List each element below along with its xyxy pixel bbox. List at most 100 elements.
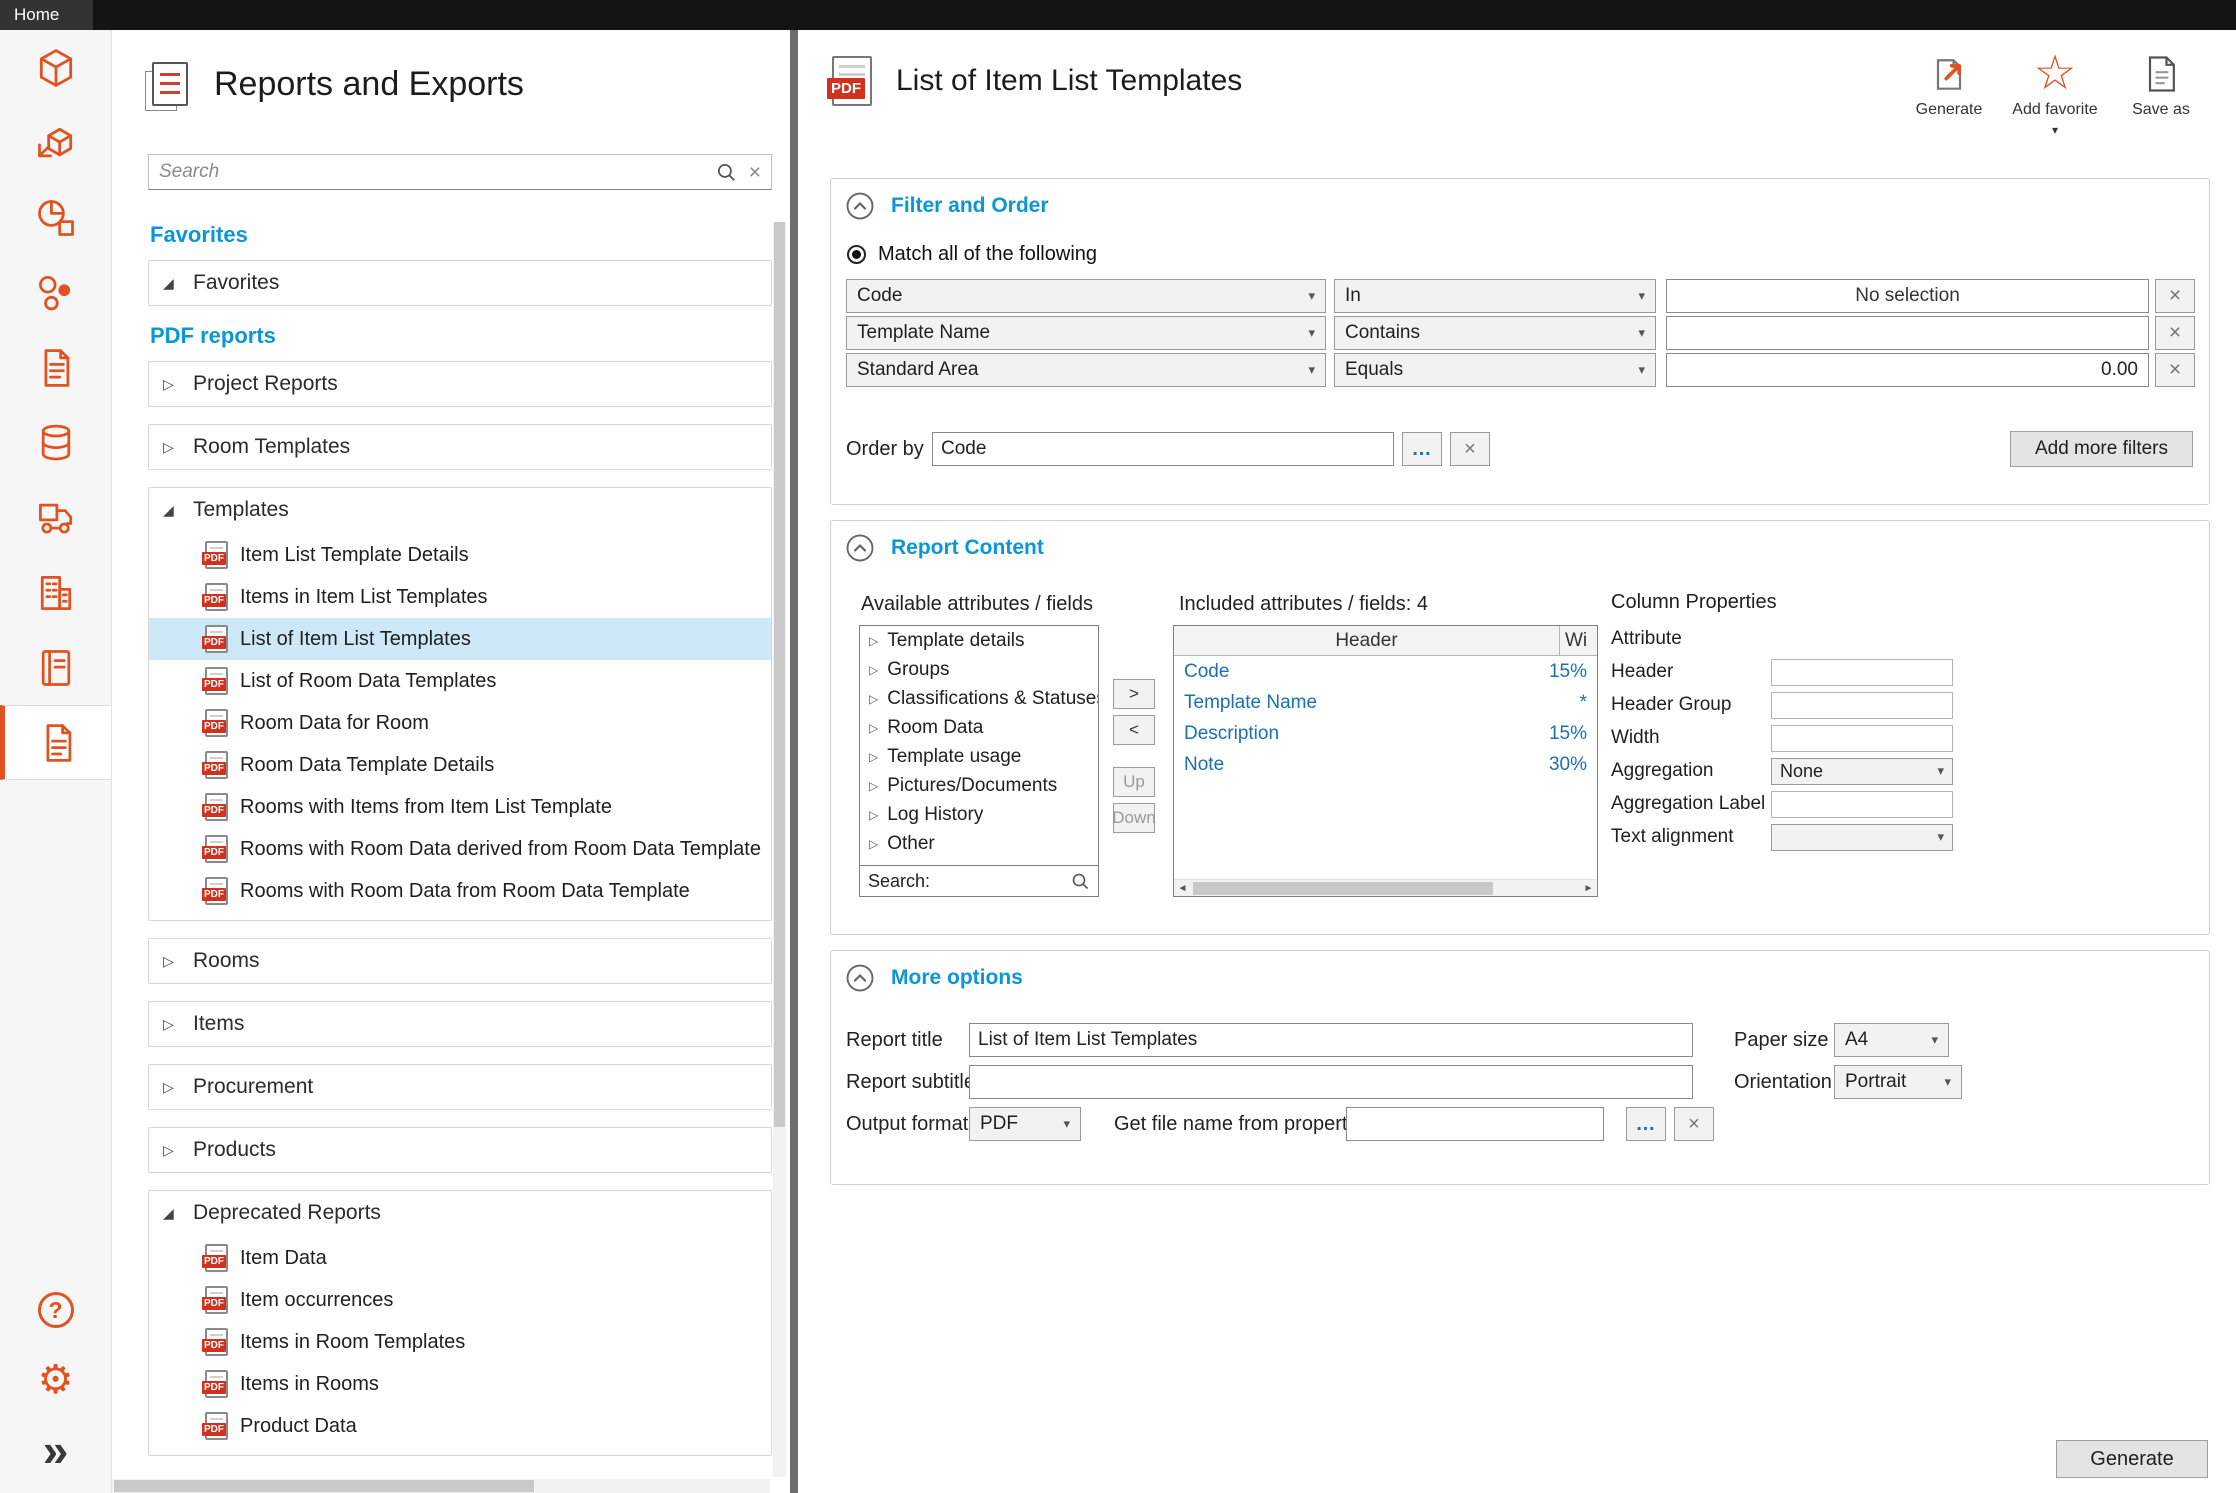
filename-clear-button[interactable]: × [1674, 1107, 1714, 1141]
remove-filter-button[interactable]: × [2155, 279, 2195, 313]
tree-group-header[interactable]: ▷ Room Templates [149, 425, 771, 469]
attribute-group-item[interactable]: ▷Other [860, 829, 1098, 858]
scrollbar-thumb[interactable] [1193, 882, 1493, 895]
search-input[interactable] [159, 161, 703, 183]
attribute-group-item[interactable]: ▷Groups [860, 655, 1098, 684]
rail-item-help[interactable]: ? [0, 1275, 111, 1345]
vertical-scrollbar[interactable] [773, 222, 786, 1477]
rail-item-documents[interactable] [0, 330, 111, 405]
filter-operator-select[interactable]: Contains▾ [1334, 316, 1656, 350]
rail-item-rooms[interactable] [0, 180, 111, 255]
rail-item-projects[interactable] [0, 30, 111, 105]
attribute-group-item[interactable]: ▷Log History [860, 800, 1098, 829]
header-input[interactable] [1771, 659, 1953, 686]
report-item[interactable]: PDF Items in Rooms [149, 1363, 771, 1405]
tree-group-header[interactable]: ◢ Deprecated Reports [149, 1191, 771, 1235]
report-item[interactable]: PDF Product Data [149, 1405, 771, 1447]
move-down-button[interactable]: Down [1113, 803, 1155, 833]
scroll-right-icon[interactable]: ► [1580, 883, 1597, 894]
attribute-group-item[interactable]: ▷Template details [860, 626, 1098, 655]
rail-item-settings[interactable]: ⚙ [0, 1345, 111, 1415]
rail-item-logistics[interactable] [0, 480, 111, 555]
add-attribute-button[interactable]: > [1113, 679, 1155, 709]
report-item[interactable]: PDF Item Data [149, 1237, 771, 1279]
tree-group-header[interactable]: ▷ Project Reports [149, 362, 771, 406]
match-all-radio[interactable] [847, 245, 866, 264]
tab-home[interactable]: Home [0, 0, 93, 30]
filter-operator-select[interactable]: In▾ [1334, 279, 1656, 313]
filter-field-select[interactable]: Code▾ [846, 279, 1326, 313]
panel-divider[interactable] [790, 30, 798, 1493]
attribute-group-item[interactable]: ▷Pictures/Documents [860, 771, 1098, 800]
filter-value-field[interactable] [1666, 316, 2149, 350]
add-favorite-button[interactable]: ☆ Add favorite ▾ [2008, 48, 2102, 140]
rail-item-catalog[interactable] [0, 630, 111, 705]
tree-group-header[interactable]: ▷ Rooms [149, 939, 771, 983]
header-column[interactable]: Header [1174, 626, 1560, 655]
collapse-section-icon[interactable] [845, 533, 875, 563]
width-input[interactable] [1771, 725, 1953, 752]
width-column[interactable]: Wi [1560, 626, 1597, 655]
search-icon[interactable] [715, 161, 737, 183]
table-horizontal-scrollbar[interactable]: ◄ ► [1174, 879, 1597, 896]
tree-group-header[interactable]: ▷ Items [149, 1002, 771, 1046]
scrollbar-thumb[interactable] [774, 222, 785, 1127]
filter-operator-select[interactable]: Equals▾ [1334, 353, 1656, 387]
rail-item-buildings[interactable] [0, 555, 111, 630]
tree-group-header-favorites[interactable]: ◢ Favorites [149, 261, 771, 305]
collapse-section-icon[interactable] [845, 963, 875, 993]
generate-button[interactable]: Generate [2056, 1440, 2208, 1478]
save-as-button[interactable]: Save as [2114, 48, 2208, 140]
order-by-clear-button[interactable]: × [1450, 432, 1490, 466]
rail-item-items[interactable] [0, 255, 111, 330]
paper-size-select[interactable]: A4▾ [1834, 1023, 1949, 1057]
report-title-input[interactable] [969, 1023, 1693, 1057]
table-row[interactable]: Note30% [1174, 749, 1597, 780]
report-item[interactable]: PDF Items in Room Templates [149, 1321, 771, 1363]
report-item[interactable]: PDF List of Room Data Templates [149, 660, 771, 702]
report-item[interactable]: PDF Room Data for Room [149, 702, 771, 744]
attribute-group-item[interactable]: ▷Room Data [860, 713, 1098, 742]
report-item[interactable]: PDF Item occurrences [149, 1279, 771, 1321]
rail-item-models[interactable] [0, 105, 111, 180]
move-up-button[interactable]: Up [1113, 767, 1155, 797]
text-alignment-select[interactable]: ▾ [1771, 824, 1953, 851]
aggregation-label-input[interactable] [1771, 791, 1953, 818]
filter-field-select[interactable]: Standard Area▾ [846, 353, 1326, 387]
header-group-input[interactable] [1771, 692, 1953, 719]
report-item[interactable]: PDF Item List Template Details [149, 534, 771, 576]
report-item[interactable]: PDF Room Data Template Details [149, 744, 771, 786]
collapse-section-icon[interactable] [845, 191, 875, 221]
attributes-search-field[interactable]: Search: [859, 865, 1099, 897]
filename-more-button[interactable]: … [1626, 1107, 1666, 1141]
filename-property-input[interactable] [1346, 1107, 1604, 1141]
table-row[interactable]: Template Name* [1174, 687, 1597, 718]
report-item-selected[interactable]: PDF List of Item List Templates [149, 618, 771, 660]
output-format-select[interactable]: PDF▾ [969, 1107, 1081, 1141]
tree-group-header[interactable]: ▷ Procurement [149, 1065, 771, 1109]
attribute-group-item[interactable]: ▷Template usage [860, 742, 1098, 771]
report-item[interactable]: PDF Items in Item List Templates [149, 576, 771, 618]
filter-value-field[interactable]: No selection [1666, 279, 2149, 313]
remove-filter-button[interactable]: × [2155, 316, 2195, 350]
attribute-group-item[interactable]: ▷Classifications & Statuses [860, 684, 1098, 713]
order-by-input[interactable] [932, 432, 1394, 466]
scrollbar-thumb[interactable] [114, 1480, 534, 1492]
report-item[interactable]: PDF Rooms with Room Data from Room Data … [149, 870, 771, 912]
horizontal-scrollbar[interactable] [112, 1479, 770, 1493]
rail-item-reports[interactable] [0, 705, 111, 780]
orientation-select[interactable]: Portrait▾ [1834, 1065, 1962, 1099]
table-row[interactable]: Description15% [1174, 718, 1597, 749]
scroll-left-icon[interactable]: ◄ [1174, 883, 1191, 894]
generate-tool-button[interactable]: Generate [1902, 48, 1996, 140]
add-more-filters-button[interactable]: Add more filters [2010, 431, 2193, 467]
report-item[interactable]: PDF Rooms with Items from Item List Temp… [149, 786, 771, 828]
remove-filter-button[interactable]: × [2155, 353, 2195, 387]
rail-item-expand[interactable]: » [0, 1415, 111, 1485]
order-by-more-button[interactable]: … [1402, 432, 1442, 466]
remove-attribute-button[interactable]: < [1113, 715, 1155, 745]
filter-field-select[interactable]: Template Name▾ [846, 316, 1326, 350]
rail-item-data[interactable] [0, 405, 111, 480]
aggregation-select[interactable]: None▾ [1771, 758, 1953, 785]
tree-group-header[interactable]: ◢ Templates [149, 488, 771, 532]
